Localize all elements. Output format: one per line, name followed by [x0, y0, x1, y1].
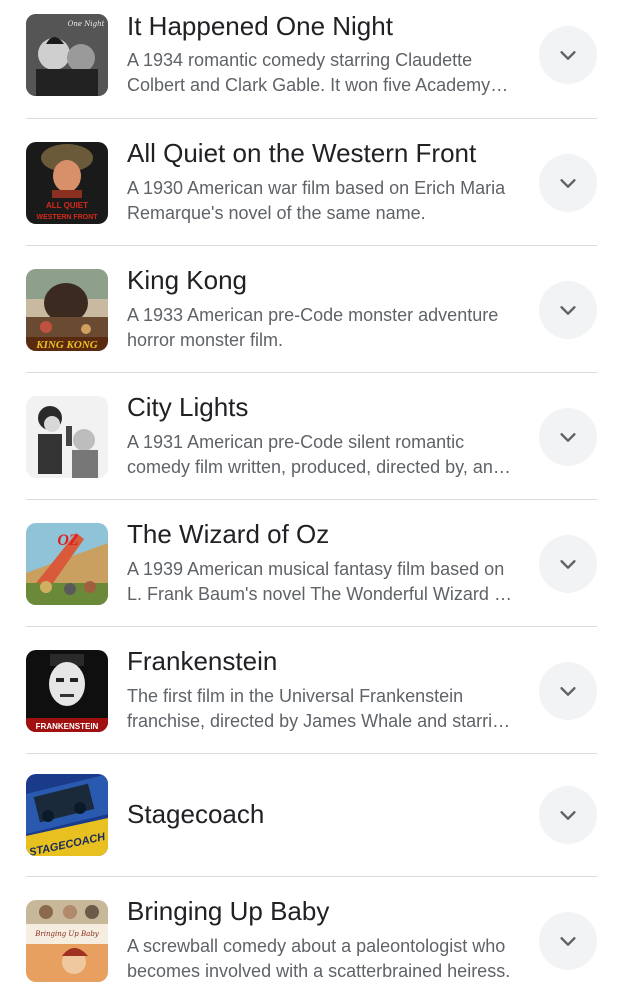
bringing-up-baby-poster-image: Bringing Up Baby	[26, 900, 108, 982]
king-kong-poster-image: KING KONG	[26, 269, 108, 351]
movie-poster-thumbnail[interactable]: Bringing Up Baby	[26, 900, 108, 982]
movie-poster-thumbnail[interactable]: ALL QUIET WESTERN FRONT	[26, 142, 108, 224]
svg-text:WESTERN FRONT: WESTERN FRONT	[36, 214, 98, 221]
chevron-down-icon	[560, 937, 576, 946]
movie-title[interactable]: The Wizard of Oz	[127, 518, 329, 550]
expand-button[interactable]	[539, 408, 597, 466]
movie-title[interactable]: King Kong	[127, 264, 247, 296]
expand-button[interactable]	[539, 912, 597, 970]
frankenstein-poster-image: FRANKENSTEIN	[26, 650, 108, 732]
expand-button[interactable]	[539, 786, 597, 844]
movie-poster-thumbnail[interactable]: One Night	[26, 14, 108, 96]
movie-title[interactable]: Frankenstein	[127, 645, 277, 677]
list-item[interactable]: STAGECOACH Stagecoach	[26, 754, 597, 877]
movie-poster-thumbnail[interactable]	[26, 396, 108, 478]
movie-description: A 1933 American pre-Code monster adventu…	[127, 305, 499, 350]
list-item[interactable]: ALL QUIET WESTERN FRONT All Quiet on the…	[26, 119, 597, 246]
chevron-down-icon	[560, 687, 576, 696]
list-item[interactable]: City Lights A 1931 American pre-Code sil…	[26, 373, 597, 500]
movie-list: One Night It Happened One Night A 1934 r…	[26, 0, 597, 1004]
movie-title[interactable]: It Happened One Night	[127, 10, 393, 42]
list-item[interactable]: One Night It Happened One Night A 1934 r…	[26, 0, 597, 119]
movie-title[interactable]: Bringing Up Baby	[127, 895, 329, 927]
wizard-of-oz-poster-image: OZ	[26, 523, 108, 605]
expand-button[interactable]	[539, 154, 597, 212]
list-item[interactable]: OZ The Wizard of Oz A 1939 American musi…	[26, 500, 597, 627]
it-happened-one-night-poster-image: One Night	[26, 14, 108, 96]
list-item[interactable]: FRANKENSTEIN Frankenstein The first film…	[26, 627, 597, 754]
list-item[interactable]: KING KONG King Kong A 1933 American pre-…	[26, 246, 597, 373]
list-item[interactable]: Bringing Up Baby Bringing Up Baby A scre…	[26, 877, 597, 1004]
movie-description: The first film in the Universal Frankens…	[127, 686, 513, 731]
svg-text:OZ: OZ	[57, 532, 79, 549]
movie-description: A 1931 American pre-Code silent romantic…	[127, 432, 503, 477]
chevron-down-icon	[560, 51, 576, 60]
svg-text:KING KONG: KING KONG	[35, 339, 97, 351]
stagecoach-poster-image: STAGECOACH	[26, 774, 108, 856]
expand-button[interactable]	[539, 535, 597, 593]
chevron-down-icon	[560, 811, 576, 820]
movie-poster-thumbnail[interactable]: OZ	[26, 523, 108, 605]
expand-button[interactable]	[539, 662, 597, 720]
all-quiet-poster-image: ALL QUIET WESTERN FRONT	[26, 142, 108, 224]
city-lights-poster-image	[26, 396, 108, 478]
movie-description: A 1930 American war film based on Erich …	[127, 178, 506, 223]
movie-title[interactable]: City Lights	[127, 391, 248, 423]
svg-text:FRANKENSTEIN: FRANKENSTEIN	[36, 722, 99, 731]
svg-text:Bringing Up Baby: Bringing Up Baby	[34, 930, 100, 938]
movie-title[interactable]: Stagecoach	[127, 798, 264, 830]
chevron-down-icon	[560, 179, 576, 188]
movie-poster-thumbnail[interactable]: FRANKENSTEIN	[26, 650, 108, 732]
expand-button[interactable]	[539, 26, 597, 84]
movie-poster-thumbnail[interactable]: KING KONG	[26, 269, 108, 351]
movie-description: A 1939 American musical fantasy film bas…	[127, 559, 509, 604]
chevron-down-icon	[560, 433, 576, 442]
svg-text:ALL QUIET: ALL QUIET	[46, 201, 88, 210]
expand-button[interactable]	[539, 281, 597, 339]
chevron-down-icon	[560, 306, 576, 315]
svg-text:One Night: One Night	[68, 20, 105, 28]
chevron-down-icon	[560, 560, 576, 569]
movie-description: A screwball comedy about a paleontologis…	[127, 936, 511, 981]
movie-poster-thumbnail[interactable]: STAGECOACH	[26, 774, 108, 856]
movie-description: A 1934 romantic comedy starring Claudett…	[127, 50, 491, 95]
movie-title[interactable]: All Quiet on the Western Front	[127, 137, 476, 169]
